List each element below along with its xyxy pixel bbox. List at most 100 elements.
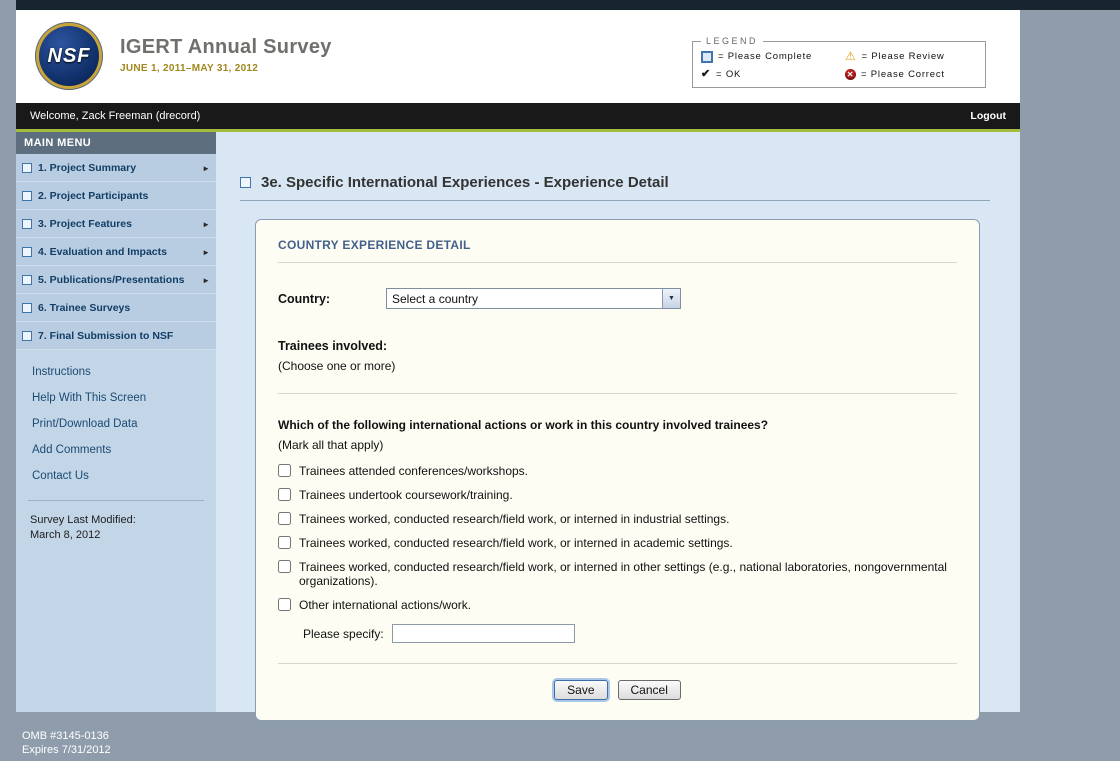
cancel-button[interactable]: Cancel bbox=[618, 680, 681, 700]
legend-item-label: = Please Correct bbox=[861, 69, 945, 80]
legend-title: LEGEND bbox=[701, 36, 763, 46]
trainees-involved-label: Trainees involved: bbox=[278, 339, 957, 353]
top-strip bbox=[16, 0, 1120, 10]
country-label: Country: bbox=[278, 292, 386, 306]
please-specify-row: Please specify: bbox=[303, 624, 957, 643]
please-complete-square-icon bbox=[22, 219, 32, 229]
country-experience-panel: COUNTRY EXPERIENCE DETAIL Country: Selec… bbox=[255, 219, 980, 721]
trainees-involved-hint: (Choose one or more) bbox=[278, 359, 957, 373]
sidebar-item-label: 3. Project Features bbox=[38, 218, 132, 230]
nsf-logo-text: NSF bbox=[48, 45, 91, 68]
coursework-checkbox[interactable] bbox=[278, 488, 291, 501]
checkbox-label: Trainees worked, conducted research/fiel… bbox=[299, 512, 729, 526]
checkbox-label: Trainees undertook coursework/training. bbox=[299, 488, 513, 502]
please-complete-square-icon bbox=[22, 163, 32, 173]
checkbox-row-conferences[interactable]: Trainees attended conferences/workshops. bbox=[278, 464, 953, 478]
logout-link[interactable]: Logout bbox=[970, 110, 1006, 122]
checkbox-row-other-settings[interactable]: Trainees worked, conducted research/fiel… bbox=[278, 560, 953, 588]
actions-question: Which of the following international act… bbox=[278, 418, 957, 432]
country-select-value: Select a country bbox=[387, 292, 478, 306]
industrial-settings-checkbox[interactable] bbox=[278, 512, 291, 525]
please-complete-square-icon bbox=[240, 177, 251, 188]
checkbox-label: Other international actions/work. bbox=[299, 598, 471, 612]
sidebar-item-final-submission[interactable]: 7. Final Submission to NSF bbox=[16, 322, 216, 350]
last-modified-date: March 8, 2012 bbox=[30, 528, 202, 543]
survey-period: JUNE 1, 2011–MAY 31, 2012 bbox=[120, 63, 332, 74]
header-titles: IGERT Annual Survey JUNE 1, 2011–MAY 31,… bbox=[120, 36, 332, 74]
sidebar-item-project-features[interactable]: 3. Project Features bbox=[16, 210, 216, 238]
submenu-arrow-icon bbox=[202, 162, 210, 174]
actions-question-hint: (Mark all that apply) bbox=[278, 438, 957, 452]
legend-item-correct: = Please Correct bbox=[845, 69, 977, 80]
checkbox-label: Trainees worked, conducted research/fiel… bbox=[299, 560, 953, 588]
sidebar-item-label: 2. Project Participants bbox=[38, 190, 148, 202]
panel-divider bbox=[278, 262, 957, 263]
please-complete-square-icon bbox=[701, 51, 713, 63]
sidebar-divider bbox=[28, 500, 204, 501]
checkbox-row-academic[interactable]: Trainees worked, conducted research/fiel… bbox=[278, 536, 953, 550]
country-field-row: Country: Select a country bbox=[278, 288, 957, 309]
academic-settings-checkbox[interactable] bbox=[278, 536, 291, 549]
main-menu-header: MAIN MENU bbox=[16, 132, 216, 154]
nsf-logo: NSF bbox=[36, 23, 102, 89]
main-content: 3e. Specific International Experiences -… bbox=[216, 132, 1020, 712]
checkbox-row-coursework[interactable]: Trainees undertook coursework/training. bbox=[278, 488, 953, 502]
legend-item-label: = Please Complete bbox=[718, 51, 812, 62]
sidebar-item-evaluation-impacts[interactable]: 4. Evaluation and Impacts bbox=[16, 238, 216, 266]
save-button[interactable]: Save bbox=[554, 680, 607, 700]
link-add-comments[interactable]: Add Comments bbox=[32, 444, 216, 456]
sidebar-item-trainee-surveys[interactable]: 6. Trainee Surveys bbox=[16, 294, 216, 322]
please-complete-square-icon bbox=[22, 331, 32, 341]
welcome-text: Welcome, Zack Freeman (drecord) bbox=[30, 110, 200, 122]
title-divider bbox=[240, 200, 990, 201]
panel-divider bbox=[278, 663, 957, 664]
check-icon bbox=[701, 69, 711, 80]
legend-box: LEGEND = Please Complete = Please Review… bbox=[692, 36, 986, 88]
sidebar-links: Instructions Help With This Screen Print… bbox=[16, 366, 216, 496]
sidebar-item-label: 6. Trainee Surveys bbox=[38, 302, 130, 314]
legend-grid: = Please Complete = Please Review = OK =… bbox=[701, 50, 977, 80]
chevron-down-icon bbox=[662, 289, 680, 308]
sidebar-item-publications-presentations[interactable]: 5. Publications/Presentations bbox=[16, 266, 216, 294]
checkbox-row-industrial[interactable]: Trainees worked, conducted research/fiel… bbox=[278, 512, 953, 526]
checkbox-row-other-actions[interactable]: Other international actions/work. bbox=[278, 598, 953, 612]
legend-item-ok: = OK bbox=[701, 69, 841, 80]
warning-triangle-icon bbox=[845, 50, 857, 63]
app-title: IGERT Annual Survey bbox=[120, 36, 332, 59]
sidebar-item-label: 1. Project Summary bbox=[38, 162, 136, 174]
please-specify-input[interactable] bbox=[392, 624, 575, 643]
country-select[interactable]: Select a country bbox=[386, 288, 681, 309]
other-settings-checkbox[interactable] bbox=[278, 560, 291, 573]
sidebar-item-label: 4. Evaluation and Impacts bbox=[38, 246, 167, 258]
sidebar-item-project-participants[interactable]: 2. Project Participants bbox=[16, 182, 216, 210]
sidebar-item-label: 5. Publications/Presentations bbox=[38, 274, 184, 286]
please-complete-square-icon bbox=[22, 247, 32, 257]
app-header: NSF IGERT Annual Survey JUNE 1, 2011–MAY… bbox=[16, 10, 1020, 103]
checkbox-label: Trainees worked, conducted research/fiel… bbox=[299, 536, 733, 550]
panel-heading: COUNTRY EXPERIENCE DETAIL bbox=[278, 238, 957, 252]
submenu-arrow-icon bbox=[202, 218, 210, 230]
link-print-download-data[interactable]: Print/Download Data bbox=[32, 418, 216, 430]
survey-last-modified: Survey Last Modified: March 8, 2012 bbox=[16, 513, 216, 543]
page-body: MAIN MENU 1. Project Summary 2. Project … bbox=[16, 132, 1020, 712]
sidebar: MAIN MENU 1. Project Summary 2. Project … bbox=[16, 132, 216, 712]
other-actions-checkbox[interactable] bbox=[278, 598, 291, 611]
link-help-with-this-screen[interactable]: Help With This Screen bbox=[32, 392, 216, 404]
omb-number: OMB #3145-0136 bbox=[22, 729, 111, 743]
please-complete-square-icon bbox=[22, 303, 32, 313]
legend-item-label: = Please Review bbox=[862, 51, 945, 62]
submenu-arrow-icon bbox=[202, 246, 210, 258]
omb-footer: OMB #3145-0136 Expires 7/31/2012 bbox=[22, 729, 111, 757]
conferences-checkbox[interactable] bbox=[278, 464, 291, 477]
legend-item-label: = OK bbox=[716, 69, 741, 80]
link-instructions[interactable]: Instructions bbox=[32, 366, 216, 378]
sidebar-item-label: 7. Final Submission to NSF bbox=[38, 330, 173, 342]
please-specify-label: Please specify: bbox=[303, 627, 384, 641]
panel-divider bbox=[278, 393, 957, 394]
link-contact-us[interactable]: Contact Us bbox=[32, 470, 216, 482]
legend-item-complete: = Please Complete bbox=[701, 50, 841, 63]
last-modified-label: Survey Last Modified: bbox=[30, 513, 202, 528]
sidebar-item-project-summary[interactable]: 1. Project Summary bbox=[16, 154, 216, 182]
please-complete-square-icon bbox=[22, 191, 32, 201]
page: NSF IGERT Annual Survey JUNE 1, 2011–MAY… bbox=[16, 10, 1020, 712]
